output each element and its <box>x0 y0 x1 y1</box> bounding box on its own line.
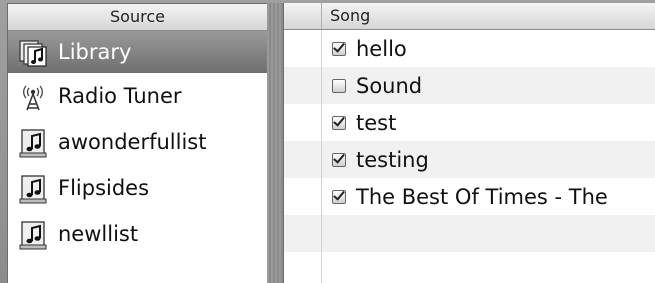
source-item-newllist[interactable]: newllist <box>8 211 267 257</box>
song-checkbox[interactable] <box>332 189 346 204</box>
source-item-flipsides[interactable]: Flipsides <box>8 165 267 211</box>
song-checkbox[interactable] <box>332 115 346 130</box>
song-rows: hello Sound test testing The Best Of Tim… <box>284 30 655 283</box>
source-pane: Source Library Radio Tuner awonderfullis… <box>7 3 268 283</box>
song-checkbox[interactable] <box>332 152 346 167</box>
playlist-icon <box>17 126 49 158</box>
song-row-testing[interactable]: testing <box>284 141 655 178</box>
playlist-icon <box>17 218 49 250</box>
song-title: test <box>356 110 397 135</box>
source-item-label: Library <box>58 40 132 64</box>
source-item-awonderfullist[interactable]: awonderfullist <box>8 119 267 165</box>
song-column-header[interactable]: Song <box>330 3 370 29</box>
source-item-label: Radio Tuner <box>58 84 182 108</box>
library-icon <box>17 36 49 68</box>
song-row-the-best-of-times[interactable]: The Best Of Times - The <box>284 178 655 215</box>
source-item-library[interactable]: Library <box>8 31 267 73</box>
song-checkbox[interactable] <box>332 78 346 93</box>
song-list-header: Song <box>284 3 655 30</box>
source-column-header[interactable]: Source <box>8 4 267 31</box>
song-checkbox[interactable] <box>332 41 346 56</box>
source-item-label: Flipsides <box>58 176 150 200</box>
source-item-radio-tuner[interactable]: Radio Tuner <box>8 73 267 119</box>
radio-tower-icon <box>17 80 49 112</box>
source-item-label: newllist <box>58 222 139 246</box>
song-row-test[interactable]: test <box>284 104 655 141</box>
checkbox-column-header[interactable] <box>284 3 322 29</box>
song-row-sound[interactable]: Sound <box>284 67 655 104</box>
song-list-pane: Song hello Sound test testing The Best O… <box>283 3 655 283</box>
source-item-label: awonderfullist <box>58 130 207 154</box>
song-title: hello <box>356 36 407 61</box>
song-title: The Best Of Times - The <box>356 184 608 209</box>
column-divider <box>321 30 322 283</box>
source-list: Library Radio Tuner awonderfullist Flips… <box>8 31 267 257</box>
playlist-icon <box>17 172 49 204</box>
song-row-empty <box>284 215 655 252</box>
song-row-hello[interactable]: hello <box>284 30 655 67</box>
song-title: Sound <box>356 73 423 98</box>
pane-splitter[interactable] <box>267 3 283 283</box>
itunes-window: Source Library Radio Tuner awonderfullis… <box>0 0 655 283</box>
song-title: testing <box>356 147 429 172</box>
